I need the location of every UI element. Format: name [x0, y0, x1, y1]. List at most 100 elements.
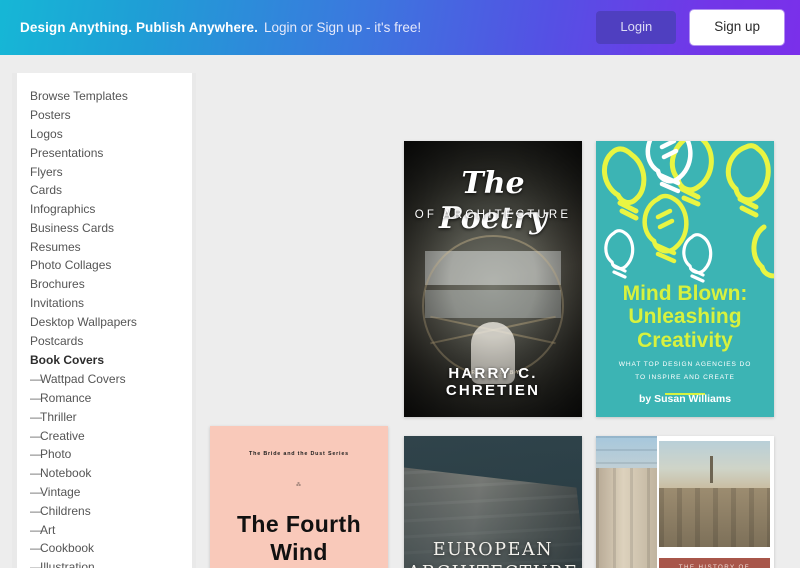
sidebar-item-romance[interactable]: —Romance	[17, 389, 192, 408]
sidebar-sub-dash-icon: —	[30, 503, 42, 518]
tagline-signup-prompt[interactable]: Login or Sign up - it's free!	[264, 20, 421, 35]
sidebar-sub-dash-icon: —	[30, 428, 42, 443]
sidebar-item-vintage[interactable]: —Vintage	[17, 483, 192, 502]
cover-art-fourth-wind: The Bride and the Dust Series ⁂ The Four…	[210, 426, 388, 568]
top-header-bar: Design Anything. Publish Anywhere. Login…	[0, 0, 800, 55]
cover-title-block: Mind Blown: Unleashing Creativity	[596, 282, 774, 353]
cover-title-line-1: Mind Blown:	[622, 281, 748, 305]
cover-series-label: The Bride and the Dust Series	[249, 450, 349, 457]
sidebar-sub-dash-icon: —	[30, 447, 42, 462]
sidebar-item-notebook[interactable]: —Notebook	[17, 464, 192, 483]
category-sidebar: Browse Templates Posters Logos Presentation…	[17, 73, 192, 568]
lightbulb-doodles-icon	[602, 141, 774, 283]
sidebar-item-creative[interactable]: —Creative	[17, 426, 192, 445]
cover-subtitle-line-2: TO INSPIRE AND CREATE	[635, 373, 735, 381]
tagline-bold: Design Anything. Publish Anywhere.	[20, 20, 258, 35]
signup-button[interactable]: Sign up	[690, 10, 784, 45]
sidebar-item-label: Childrens	[40, 503, 91, 518]
sidebar-item-postcards[interactable]: Postcards	[17, 331, 192, 350]
sidebar-item-label: Posters	[30, 108, 71, 123]
sidebar-item-label: Photo Collages	[30, 258, 112, 273]
cover-title: The Poetry	[439, 165, 547, 236]
sidebar-item-label: Brochures	[30, 277, 85, 292]
sidebar-item-flyers[interactable]: Flyers	[17, 162, 192, 181]
decor-rooftops	[659, 487, 770, 548]
cover-title-line-2: ARCHITECTURE	[404, 562, 582, 568]
sidebar-item-wattpad-covers[interactable]: —Wattpad Covers	[17, 370, 192, 389]
sidebar-item-logos[interactable]: Logos	[17, 125, 192, 144]
sidebar-item-invitations[interactable]: Invitations	[17, 294, 192, 313]
template-card-european-architecture[interactable]: EUROPEAN ARCHITECTURE THE HISTORY BEHIND…	[404, 436, 582, 568]
sidebar-item-cookbook[interactable]: —Cookbook	[17, 539, 192, 558]
cover-ornament-icon: ⁂	[296, 482, 302, 489]
sidebar-item-label: Business Cards	[30, 220, 115, 235]
sidebar-item-desktop-wallpapers[interactable]: Desktop Wallpapers	[17, 312, 192, 331]
cover-title-block: EUROPEAN ARCHITECTURE	[404, 539, 582, 568]
sidebar-item-photo-collages[interactable]: Photo Collages	[17, 256, 192, 275]
sidebar-sub-dash-icon: —	[30, 560, 42, 568]
template-card-mind-blown[interactable]: Mind Blown: Unleashing Creativity WHAT T…	[596, 141, 774, 417]
sidebar-item-business-cards[interactable]: Business Cards	[17, 218, 192, 237]
cover-subtitle-line-1: WHAT TOP DESIGN AGENCIES DO	[618, 361, 752, 369]
sidebar-item-label: Resumes	[30, 239, 81, 254]
decor-skyline-photo	[659, 440, 770, 548]
sidebar-sub-dash-icon: —	[30, 485, 42, 500]
sidebar-item-book-covers[interactable]: Book Covers	[17, 350, 192, 370]
decor-spire	[709, 455, 713, 484]
template-card-the-fourth-wind[interactable]: The Bride and the Dust Series ⁂ The Four…	[210, 426, 388, 568]
cover-art-poetry: The Poetry OF ARCHITECTURE WRITTEN BY HA…	[404, 141, 582, 417]
sidebar-item-posters[interactable]: Posters	[17, 106, 192, 125]
sidebar-item-infographics[interactable]: Infographics	[17, 200, 192, 219]
cover-band-label: THE HISTORY OF	[678, 564, 750, 568]
cover-art-european-architecture: EUROPEAN ARCHITECTURE THE HISTORY BEHIND…	[404, 436, 582, 568]
sidebar-item-label: Thriller	[40, 409, 77, 424]
sidebar-sub-dash-icon: —	[30, 391, 42, 406]
login-button[interactable]: Login	[596, 11, 677, 44]
cover-author: HARRY C. CHRETIEN	[445, 365, 541, 400]
sidebar-item-label: Postcards	[30, 333, 84, 348]
sidebar-item-label: Invitations	[30, 295, 85, 310]
sidebar-item-label: Cookbook	[40, 541, 95, 556]
sidebar-item-label: Browse Templates	[30, 89, 128, 104]
sidebar-item-brochures[interactable]: Brochures	[17, 275, 192, 294]
cover-title-line-2: Unleashing	[628, 305, 742, 329]
sidebar-item-label: Vintage	[40, 485, 81, 500]
cover-title-block: The Fourth Wind	[210, 510, 388, 566]
header-actions: Login Sign up	[596, 10, 784, 45]
decor-left-facade-photo	[596, 436, 657, 568]
template-card-beaux-arts-architecture[interactable]: THE HISTORY OF beaux-arts architecture	[596, 436, 774, 568]
cover-art-mind-blown: Mind Blown: Unleashing Creativity WHAT T…	[596, 141, 774, 417]
sidebar-item-browse-templates[interactable]: Browse Templates	[17, 87, 192, 106]
sidebar-sub-dash-icon: —	[30, 541, 42, 556]
template-card-poetry-of-architecture[interactable]: The Poetry OF ARCHITECTURE WRITTEN BY HA…	[404, 141, 582, 417]
cover-title-line-2: Wind	[270, 538, 328, 565]
sidebar-item-label: Illustration	[40, 560, 95, 568]
sidebar-item-label: Notebook	[40, 466, 92, 481]
sidebar-item-thriller[interactable]: —Thriller	[17, 408, 192, 427]
sidebar-item-label: Flyers	[30, 164, 63, 179]
sidebar-item-label: Infographics	[30, 202, 96, 217]
sidebar-item-label: Art	[40, 522, 56, 537]
cover-author: by Susan Williams	[638, 392, 732, 405]
sidebar-item-presentations[interactable]: Presentations	[17, 143, 192, 162]
sidebar-sub-dash-icon: —	[30, 372, 42, 387]
cover-subtitle: OF ARCHITECTURE	[414, 208, 572, 221]
sidebar-item-label: Desktop Wallpapers	[30, 314, 137, 329]
cover-art-beaux-arts: THE HISTORY OF beaux-arts architecture	[596, 436, 774, 568]
sidebar-item-illustration[interactable]: —Illustration	[17, 558, 192, 568]
sidebar-sub-dash-icon: —	[30, 522, 42, 537]
sidebar-item-art[interactable]: —Art	[17, 520, 192, 539]
sidebar-item-label: Presentations	[30, 145, 104, 160]
cover-title-line-1: The Fourth	[236, 510, 362, 537]
sidebar-item-label: Romance	[40, 391, 92, 406]
sidebar-item-label: Wattpad Covers	[40, 372, 126, 387]
sidebar-sub-dash-icon: —	[30, 466, 42, 481]
sidebar-item-cards[interactable]: Cards	[17, 181, 192, 200]
cover-subtitle-block: WHAT TOP DESIGN AGENCIES DO TO INSPIRE A…	[596, 359, 774, 384]
sidebar-item-childrens[interactable]: —Childrens	[17, 501, 192, 520]
cover-title-line-1: EUROPEAN	[432, 539, 554, 560]
sidebar-item-photo[interactable]: —Photo	[17, 445, 192, 464]
sidebar-item-label: Photo	[40, 447, 72, 462]
sidebar-item-resumes[interactable]: Resumes	[17, 237, 192, 256]
cover-title-line-3: Creativity	[637, 329, 733, 353]
